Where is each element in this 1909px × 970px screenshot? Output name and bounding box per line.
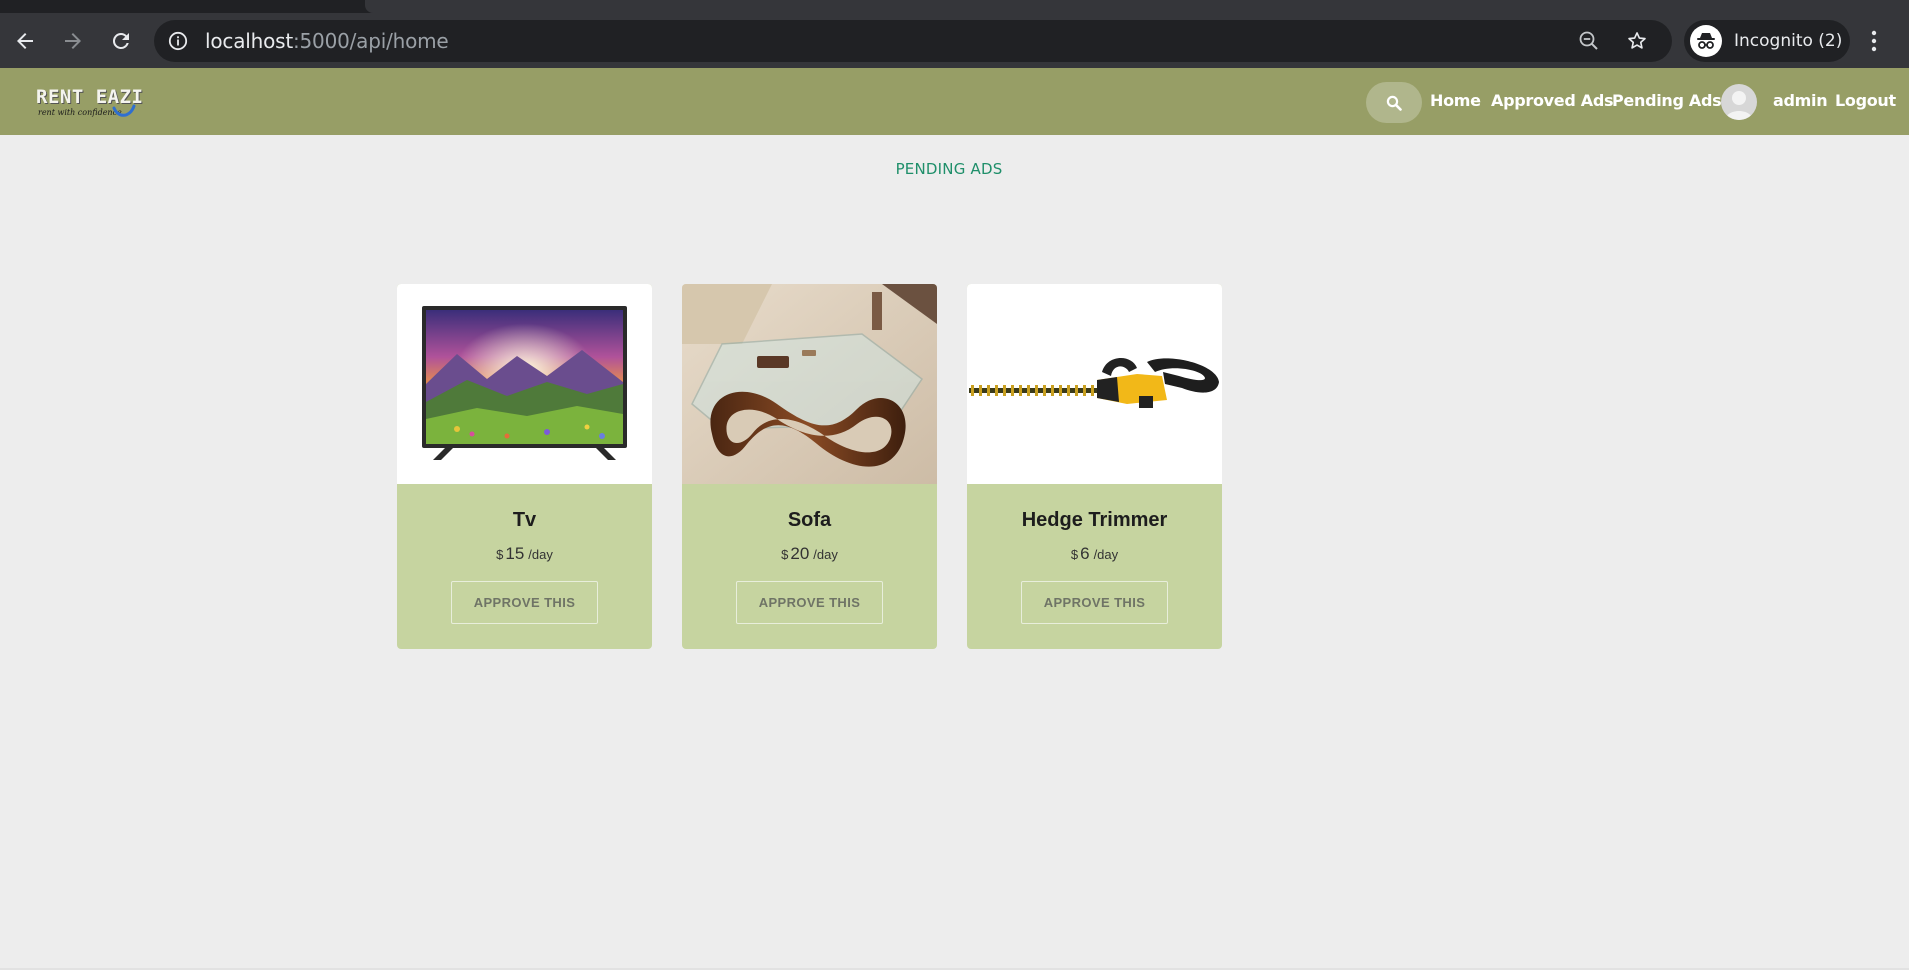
url-host: localhost — [205, 29, 293, 53]
browser-tab-strip — [0, 0, 1909, 13]
avatar[interactable] — [1721, 84, 1757, 120]
price-amount: 15 — [505, 544, 525, 563]
price-currency: $ — [781, 547, 789, 562]
nav-logout[interactable]: Logout — [1835, 86, 1896, 116]
price-amount: 6 — [1080, 544, 1090, 563]
nav-username[interactable]: admin — [1773, 86, 1828, 116]
browser-toolbar: localhost:5000/api/home Incognito (2) — [0, 13, 1909, 68]
site-header: RENT EAZI rent with confidence Home Appr… — [0, 68, 1909, 135]
approve-button[interactable]: APPROVE THIS — [1021, 581, 1168, 624]
hedge-trimmer-image — [967, 284, 1222, 484]
page-title: PENDING ADS — [895, 160, 1003, 178]
ad-price: $6/day — [967, 544, 1222, 564]
approve-button[interactable]: APPROVE THIS — [736, 581, 883, 624]
price-currency: $ — [496, 547, 504, 562]
approve-button[interactable]: APPROVE THIS — [451, 581, 598, 624]
address-bar[interactable]: localhost:5000/api/home — [154, 20, 1672, 62]
reload-icon[interactable] — [107, 27, 135, 55]
ad-title: Hedge Trimmer — [1021, 509, 1168, 531]
back-arrow-icon[interactable] — [11, 27, 39, 55]
incognito-icon — [1690, 25, 1722, 57]
search-icon — [1386, 95, 1402, 111]
site-logo[interactable]: RENT EAZI rent with confidence — [36, 86, 146, 120]
browser-tab[interactable] — [365, 0, 1909, 13]
price-unit: /day — [813, 547, 838, 562]
logo-tagline: rent with confidence — [38, 108, 122, 117]
nav-home[interactable]: Home — [1430, 86, 1481, 116]
incognito-profile-button[interactable]: Incognito (2) — [1684, 20, 1850, 62]
zoom-out-icon[interactable] — [1578, 30, 1600, 57]
ad-price: $20/day — [682, 544, 937, 564]
tv-image — [397, 284, 652, 484]
incognito-label: Incognito (2) — [1734, 31, 1843, 51]
search-button[interactable] — [1366, 82, 1422, 123]
ad-card: Tv $15/day APPROVE THIS — [397, 284, 652, 649]
url-path: :5000/api/home — [292, 29, 449, 53]
url-text[interactable]: localhost:5000/api/home — [205, 20, 449, 62]
ad-title: Sofa — [787, 509, 832, 531]
ad-card: Hedge Trimmer $6/day APPROVE THIS — [967, 284, 1222, 649]
ad-card: Sofa $20/day APPROVE THIS — [682, 284, 937, 649]
kebab-menu-icon[interactable] — [1864, 27, 1884, 60]
price-amount: 20 — [790, 544, 810, 563]
forward-arrow-icon[interactable] — [59, 27, 87, 55]
ad-price: $15/day — [397, 544, 652, 564]
nav-pending-ads[interactable]: Pending Ads — [1612, 86, 1722, 116]
star-icon[interactable] — [1626, 30, 1648, 57]
glass-table-image — [682, 284, 937, 484]
price-currency: $ — [1070, 547, 1079, 562]
price-unit: /day — [528, 547, 553, 562]
info-icon[interactable] — [168, 31, 188, 56]
ad-title: Tv — [512, 509, 537, 531]
logo-swoosh-icon — [112, 104, 136, 117]
nav-approved-ads[interactable]: Approved Ads — [1491, 86, 1614, 116]
price-unit: /day — [1093, 547, 1119, 562]
